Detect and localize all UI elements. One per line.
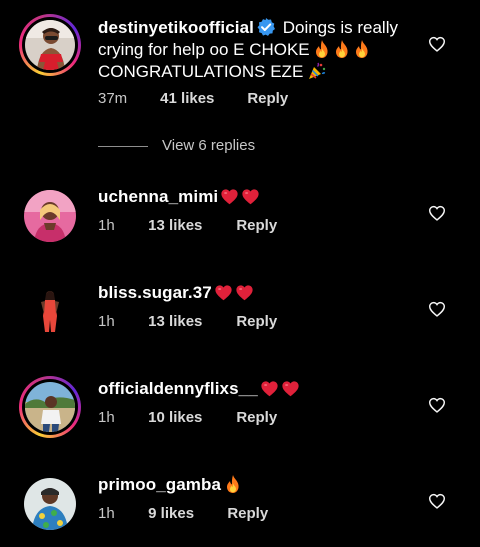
comment-username[interactable]: officialdennyflixs__ [98, 379, 258, 398]
comment-meta: 1h 13 likes Reply [98, 217, 277, 234]
fire-emoji [334, 39, 350, 59]
comment-username[interactable]: primoo_gamba [98, 475, 221, 494]
red-heart-emoji [235, 284, 254, 301]
fire-emoji [354, 39, 370, 59]
comment-meta: 37m 41 likes Reply [98, 90, 288, 107]
comment-time: 1h [98, 505, 115, 522]
comment-time: 1h [98, 409, 115, 426]
comment-meta: 1h 13 likes Reply [98, 313, 277, 330]
reply-button[interactable]: Reply [236, 409, 277, 426]
comment-likes[interactable]: 9 likes [148, 505, 223, 522]
comment-time: 1h [98, 217, 115, 234]
avatar[interactable] [24, 286, 76, 338]
comment-text: primoo_gamba [98, 474, 241, 496]
reply-button[interactable]: Reply [236, 217, 277, 234]
comment-meta: 1h 9 likes Reply [98, 505, 268, 522]
red-heart-emoji [281, 380, 300, 397]
avatar-border [22, 17, 78, 73]
comment-meta: 1h 10 likes Reply [98, 409, 277, 426]
reply-button[interactable]: Reply [247, 90, 288, 107]
comment-text: destinyetikoofficial Doings is really [98, 17, 398, 39]
avatar [25, 20, 75, 70]
fire-emoji [225, 474, 241, 494]
comment-text: bliss.sugar.37 [98, 282, 254, 304]
like-heart-icon[interactable] [428, 397, 446, 413]
avatar [25, 382, 75, 432]
red-heart-emoji [241, 188, 260, 205]
fire-emoji [314, 39, 330, 59]
comment-body-line: crying for help oo E CHOKE [98, 40, 310, 59]
like-heart-icon[interactable] [428, 493, 446, 509]
reply-button[interactable]: Reply [236, 313, 277, 330]
red-heart-emoji [214, 284, 233, 301]
reply-button[interactable]: Reply [227, 505, 268, 522]
comment-likes[interactable]: 13 likes [148, 313, 232, 330]
comment-text: crying for help oo E CHOKE [98, 39, 370, 61]
like-heart-icon[interactable] [428, 301, 446, 317]
comment-username[interactable]: uchenna_mimi [98, 187, 218, 206]
comment-text: officialdennyflixs__ [98, 378, 300, 400]
red-heart-emoji [260, 380, 279, 397]
comment-username[interactable]: destinyetikoofficial [98, 18, 254, 37]
like-heart-icon[interactable] [428, 36, 446, 52]
view-replies-label: View 6 replies [162, 137, 256, 154]
like-heart-icon[interactable] [428, 205, 446, 221]
comment-time: 1h [98, 313, 115, 330]
verified-badge-icon [257, 18, 275, 36]
comment-body-line: Doings is really [282, 18, 398, 37]
comment-time: 37m [98, 90, 128, 107]
avatar-story-ring[interactable] [19, 14, 81, 76]
avatar[interactable] [24, 190, 76, 242]
avatar-story-ring[interactable] [19, 376, 81, 438]
red-heart-emoji [220, 188, 239, 205]
party-popper-emoji [309, 62, 326, 79]
avatar[interactable] [24, 478, 76, 530]
comment-likes[interactable]: 41 likes [160, 90, 243, 107]
replies-divider [98, 146, 148, 147]
avatar-border [22, 379, 78, 435]
comment-text: CONGRATULATIONS EZE [98, 61, 327, 83]
comment-text: uchenna_mimi [98, 186, 260, 208]
comment-body-line: CONGRATULATIONS EZE [98, 62, 304, 81]
comment-likes[interactable]: 13 likes [148, 217, 232, 234]
comment-username[interactable]: bliss.sugar.37 [98, 283, 212, 302]
comment-likes[interactable]: 10 likes [148, 409, 232, 426]
